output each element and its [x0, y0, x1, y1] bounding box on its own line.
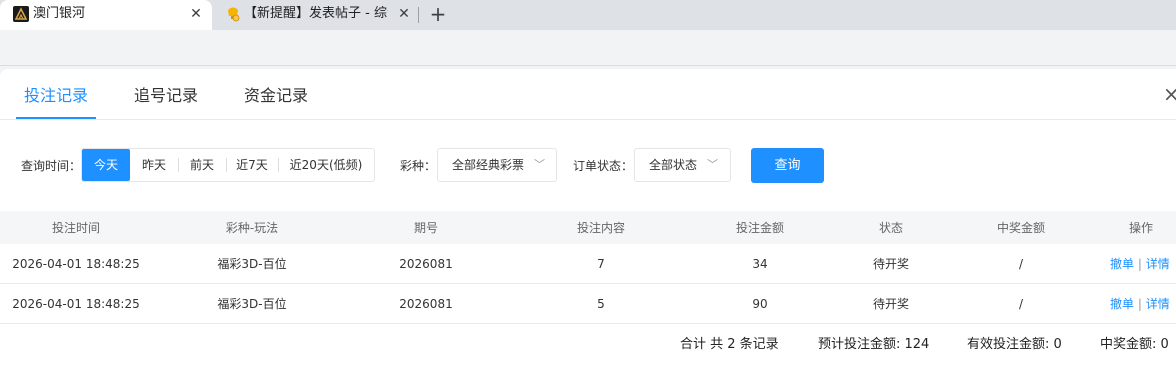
- tab-bet-records[interactable]: 投注记录: [24, 85, 88, 107]
- game-play: 福彩3D-百位: [217, 257, 287, 271]
- action-separator: |: [1137, 297, 1142, 311]
- order-status-label: 订单状态：: [573, 159, 634, 173]
- table-row: 2026-04-01 18:48:25 福彩3D-百位 2026081 5 90…: [0, 284, 1176, 324]
- chevron-down-icon: ﹀: [534, 158, 545, 171]
- tab-fund-records[interactable]: 资金记录: [244, 85, 308, 107]
- browser-tab-title: 澳门银河: [33, 6, 86, 21]
- browser-tab-active[interactable]: 澳门银河 ✕: [0, 0, 212, 30]
- bet-time: 2026-04-01 18:48:25: [12, 257, 140, 271]
- summary-expected-bet: 预计投注金额: 124: [818, 337, 930, 352]
- game-play: 福彩3D-百位: [217, 297, 287, 311]
- time-option-today[interactable]: 今天: [82, 149, 130, 181]
- column-header: 中奖金额: [996, 221, 1045, 235]
- time-option-7days[interactable]: 近7天: [226, 149, 278, 181]
- close-icon[interactable]: ✕: [186, 4, 206, 24]
- query-button[interactable]: 查询: [751, 148, 824, 183]
- time-option-day-before[interactable]: 前天: [178, 149, 226, 181]
- browser-tab-title: 【新提醒】发表帖子 - 综合交流: [244, 6, 388, 21]
- detail-link[interactable]: 详情: [1146, 297, 1170, 311]
- summary-total: 合计 共 2 条记录: [680, 337, 779, 352]
- site-logo-icon: [13, 6, 29, 22]
- records-panel: 投注记录 追号记录 资金记录 × 查询时间： 今天 昨天 前天 近7天 近20天…: [0, 69, 1176, 365]
- active-tab-indicator: [16, 117, 96, 119]
- prize-amount: /: [1018, 297, 1024, 311]
- row-actions: 撤单 | 详情: [1110, 256, 1176, 272]
- detail-link[interactable]: 详情: [1146, 257, 1170, 271]
- column-header: 操作: [1129, 221, 1154, 235]
- column-header: 彩种-玩法: [225, 221, 279, 235]
- close-icon[interactable]: ×: [1163, 83, 1176, 105]
- order-status-value: 全部状态: [649, 158, 698, 172]
- tab-chase-records[interactable]: 追号记录: [134, 85, 198, 107]
- lottery-label: 彩种：: [400, 159, 437, 173]
- bet-content: 5: [597, 297, 605, 311]
- order-status-select[interactable]: 全部状态 ﹀: [634, 148, 731, 182]
- bet-amount: 34: [752, 257, 768, 271]
- bet-amount: 90: [752, 297, 768, 311]
- browser-toolbar: [0, 30, 1176, 66]
- issue-number: 2026081: [399, 257, 453, 271]
- row-actions: 撤单 | 详情: [1110, 296, 1176, 312]
- forum-bell-icon: [228, 7, 240, 22]
- close-icon[interactable]: ✕: [394, 4, 414, 24]
- browser-tab-strip: 澳门银河 ✕ 【新提醒】发表帖子 - 综合交流 ✕ +: [0, 0, 1176, 30]
- summary-valid-bet: 有效投注金额: 0: [967, 337, 1062, 352]
- cancel-order-link[interactable]: 撤单: [1110, 257, 1134, 271]
- new-tab-icon[interactable]: +: [426, 3, 450, 27]
- lottery-select[interactable]: 全部经典彩票 ﹀: [437, 148, 557, 182]
- time-range-selector: 今天 昨天 前天 近7天 近20天(低频): [81, 148, 375, 182]
- lottery-select-value: 全部经典彩票: [452, 158, 525, 172]
- bet-content: 7: [597, 257, 605, 271]
- chevron-down-icon: ﹀: [707, 158, 718, 171]
- time-filter-label: 查询时间：: [21, 159, 82, 173]
- time-option-20days[interactable]: 近20天(低频): [278, 149, 374, 181]
- browser-tab[interactable]: 【新提醒】发表帖子 - 综合交流 ✕: [212, 0, 418, 30]
- summary-prize: 中奖金额: 0: [1100, 337, 1169, 352]
- column-header: 投注内容: [576, 221, 625, 235]
- column-header: 投注时间: [51, 221, 100, 235]
- cancel-order-link[interactable]: 撤单: [1110, 297, 1134, 311]
- table-header: 投注时间 彩种-玩法 期号 投注内容 投注金额 状态 中奖金额 操作: [0, 211, 1176, 244]
- time-option-yesterday[interactable]: 昨天: [130, 149, 178, 181]
- tab-divider: [418, 7, 419, 23]
- column-header: 期号: [413, 221, 438, 235]
- bet-time: 2026-04-01 18:48:25: [12, 297, 140, 311]
- issue-number: 2026081: [399, 297, 453, 311]
- action-separator: |: [1137, 257, 1142, 271]
- prize-amount: /: [1018, 257, 1024, 271]
- table-row: 2026-04-01 18:48:25 福彩3D-百位 2026081 7 34…: [0, 244, 1176, 284]
- column-header: 投注金额: [735, 221, 784, 235]
- record-tabs: 投注记录 追号记录 资金记录 ×: [0, 69, 1176, 120]
